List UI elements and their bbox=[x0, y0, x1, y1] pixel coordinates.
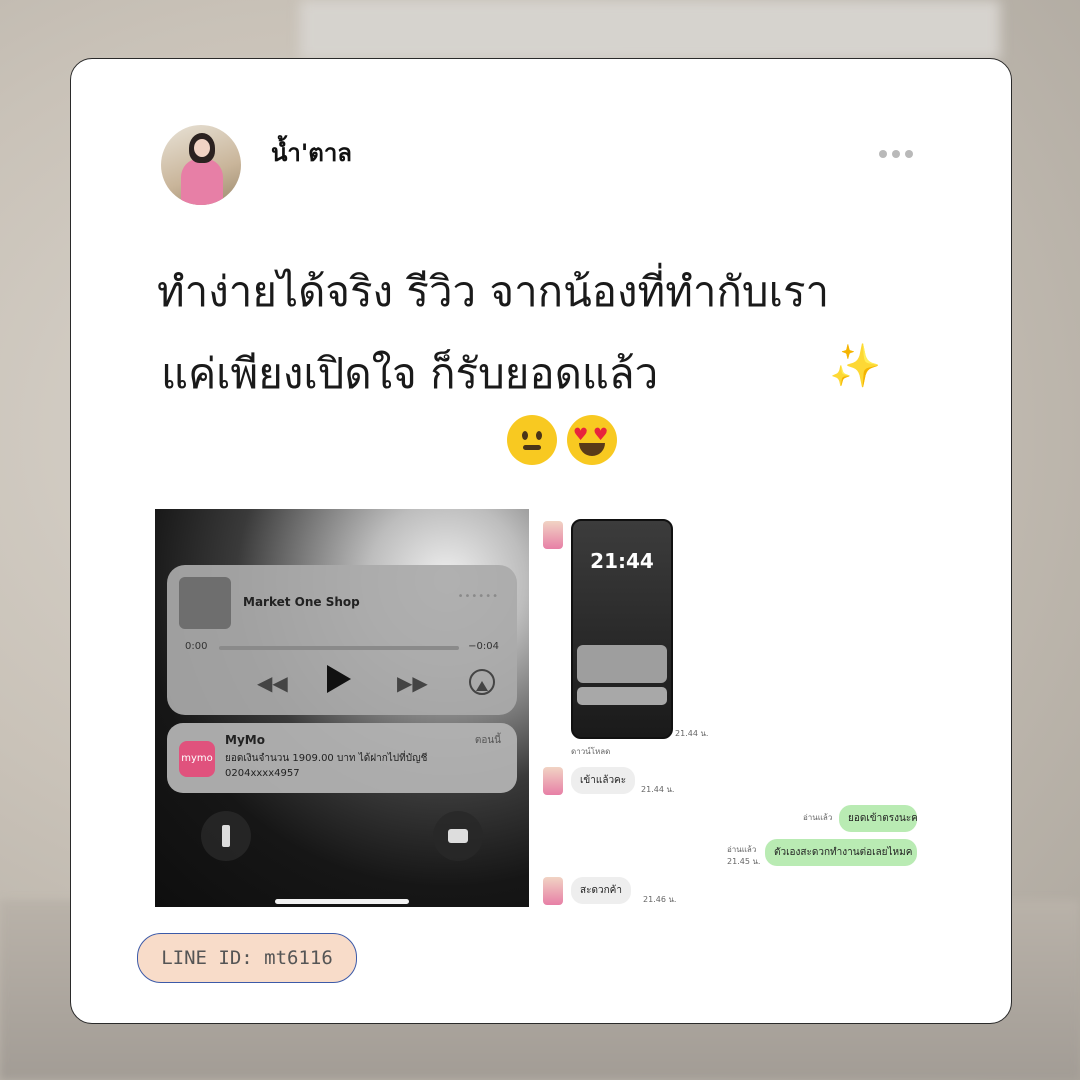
chat-bubble: สะดวกค้า bbox=[571, 877, 631, 904]
fast-forward-icon[interactable]: ▶▶ bbox=[397, 671, 428, 695]
message-timestamp: 21.46 น. bbox=[643, 895, 677, 904]
avatar-dress bbox=[181, 159, 223, 205]
sparkles-icon: ✨ bbox=[829, 341, 882, 390]
time-elapsed: 0:00 bbox=[185, 641, 208, 652]
more-options-icon[interactable] bbox=[879, 143, 919, 158]
flashlight-icon[interactable] bbox=[201, 811, 251, 861]
notification-time: ตอนนี้ bbox=[474, 735, 501, 746]
notification-body: ยอดเงินจำนวน 1909.00 บาท ได้ฝากไปที่บัญช… bbox=[225, 753, 428, 779]
chat-bubble: เข้าแล้วคะ bbox=[571, 767, 636, 794]
home-indicator[interactable] bbox=[275, 899, 409, 904]
grinning-face-icon bbox=[507, 415, 557, 465]
download-label[interactable]: ดาวน์โหลด bbox=[571, 745, 610, 758]
media-more-icon[interactable]: •••••• bbox=[458, 591, 499, 602]
background-blur-top bbox=[300, 0, 1000, 60]
username[interactable]: น้ำ'ตาล bbox=[271, 133, 352, 172]
media-player-card: Market One Shop •••••• 0:00 −0:04 ◀◀ ▶▶ bbox=[167, 565, 517, 715]
read-status: อ่านแล้ว bbox=[803, 813, 833, 822]
image-timestamp: 21.44 น. bbox=[675, 729, 709, 738]
time-remaining: −0:04 bbox=[468, 641, 499, 652]
mymo-app-icon: mymo bbox=[179, 741, 215, 777]
post-card: น้ำ'ตาล ทำง่ายได้จริง รีวิว จากน้องที่ทำ… bbox=[70, 58, 1012, 1024]
notification-card[interactable]: mymo MyMo ตอนนี้ ยอดเงินจำนวน 1909.00 บา… bbox=[167, 723, 517, 793]
album-art bbox=[179, 577, 231, 629]
message-timestamp: 21.44 น. bbox=[641, 785, 675, 794]
airplay-icon[interactable] bbox=[469, 669, 495, 695]
chat-avatar bbox=[543, 877, 563, 905]
message-timestamp: 21.45 น. bbox=[727, 857, 761, 866]
chat-avatar bbox=[543, 767, 563, 795]
chat-avatar bbox=[543, 521, 563, 549]
phone-clock: 21:44 bbox=[590, 549, 654, 573]
notification-app-name: MyMo bbox=[225, 733, 265, 747]
avatar[interactable] bbox=[161, 125, 241, 205]
play-icon[interactable] bbox=[327, 665, 351, 693]
post-text-line-1: ทำง่ายได้จริง รีวิว จากน้องที่ทำกับเรา bbox=[157, 267, 830, 316]
line-id-badge[interactable]: LINE ID: mt6116 bbox=[137, 933, 357, 983]
rewind-icon[interactable]: ◀◀ bbox=[257, 671, 288, 695]
camera-icon[interactable] bbox=[433, 811, 483, 861]
progress-scrubber[interactable] bbox=[219, 646, 459, 650]
chat-bubble: ยอดเข้าตรงนะค bbox=[839, 805, 917, 832]
chat-bubble: ตัวเองสะดวกทำงานต่อเลยไหมค bbox=[765, 839, 917, 866]
lockscreen-screenshot: Market One Shop •••••• 0:00 −0:04 ◀◀ ▶▶ … bbox=[155, 509, 529, 907]
avatar-face bbox=[194, 139, 210, 157]
phone-media-card bbox=[577, 645, 667, 683]
heart-eyes-face-icon: ♥ ♥ bbox=[567, 415, 617, 465]
track-title: Market One Shop bbox=[243, 595, 360, 609]
post-text-line-2: แค่เพียงเปิดใจ ก็รับยอดแล้ว bbox=[161, 349, 659, 398]
phone-notification bbox=[577, 687, 667, 705]
chat-image-phone[interactable]: 21:44 bbox=[571, 519, 673, 739]
